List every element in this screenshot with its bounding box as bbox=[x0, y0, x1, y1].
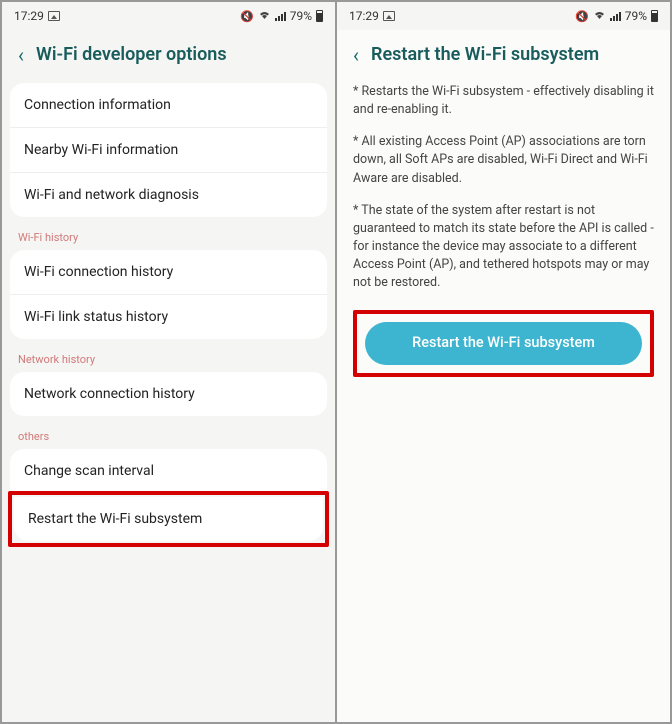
highlight-restart-item: Restart the Wi-Fi subsystem bbox=[8, 491, 329, 547]
header: ‹ Restart the Wi-Fi subsystem bbox=[337, 30, 670, 83]
mute-icon: 🔇 bbox=[240, 10, 254, 23]
desc-paragraph-3: * The state of the system after restart … bbox=[337, 202, 670, 307]
battery-icon bbox=[316, 10, 323, 22]
item-connection-info[interactable]: Connection information bbox=[10, 83, 327, 128]
item-change-scan-interval[interactable]: Change scan interval bbox=[10, 449, 327, 493]
phone-right: 17:29 🔇 79% ‹ Restart the Wi-Fi subsyste… bbox=[336, 1, 671, 723]
phone-left: 17:29 🔇 79% ‹ Wi-Fi developer options Co… bbox=[1, 1, 336, 723]
item-restart-wifi-subsystem[interactable]: Restart the Wi-Fi subsystem bbox=[14, 497, 323, 541]
status-bar: 17:29 🔇 79% bbox=[2, 2, 335, 30]
item-wifi-link-history[interactable]: Wi-Fi link status history bbox=[10, 295, 327, 339]
item-wifi-diagnosis[interactable]: Wi-Fi and network diagnosis bbox=[10, 173, 327, 217]
status-time: 17:29 bbox=[14, 9, 44, 23]
wifi-icon bbox=[593, 9, 606, 23]
section-wifi-history: Wi-Fi history bbox=[2, 227, 335, 250]
screenshot-icon bbox=[383, 11, 395, 21]
screenshot-icon bbox=[48, 11, 60, 21]
group-general: Connection information Nearby Wi-Fi info… bbox=[10, 83, 327, 217]
restart-wifi-button[interactable]: Restart the Wi-Fi subsystem bbox=[365, 322, 642, 365]
page-title: Wi-Fi developer options bbox=[36, 44, 227, 65]
highlight-restart-button: Restart the Wi-Fi subsystem bbox=[353, 310, 654, 377]
wifi-icon bbox=[258, 9, 271, 23]
section-network-history: Network history bbox=[2, 349, 335, 372]
desc-paragraph-2: * All existing Access Point (AP) associa… bbox=[337, 133, 670, 201]
desc-paragraph-1: * Restarts the Wi-Fi subsystem - effecti… bbox=[337, 83, 670, 133]
page-title: Restart the Wi-Fi subsystem bbox=[371, 44, 599, 65]
mute-icon: 🔇 bbox=[575, 10, 589, 23]
item-nearby-wifi[interactable]: Nearby Wi-Fi information bbox=[10, 128, 327, 173]
status-time: 17:29 bbox=[349, 9, 379, 23]
group-wifi-history: Wi-Fi connection history Wi-Fi link stat… bbox=[10, 250, 327, 339]
status-battery: 79% bbox=[625, 9, 647, 23]
item-wifi-conn-history[interactable]: Wi-Fi connection history bbox=[10, 250, 327, 295]
battery-icon bbox=[651, 10, 658, 22]
section-others: others bbox=[2, 426, 335, 449]
signal-icon bbox=[275, 11, 286, 21]
item-network-conn-history[interactable]: Network connection history bbox=[10, 372, 327, 416]
status-bar: 17:29 🔇 79% bbox=[337, 2, 670, 30]
header: ‹ Wi-Fi developer options bbox=[2, 30, 335, 83]
status-battery: 79% bbox=[290, 9, 312, 23]
back-icon[interactable]: ‹ bbox=[353, 45, 359, 65]
group-network-history: Network connection history bbox=[10, 372, 327, 416]
signal-icon bbox=[610, 11, 621, 21]
back-icon[interactable]: ‹ bbox=[18, 45, 24, 65]
group-others: Change scan interval bbox=[10, 449, 327, 493]
